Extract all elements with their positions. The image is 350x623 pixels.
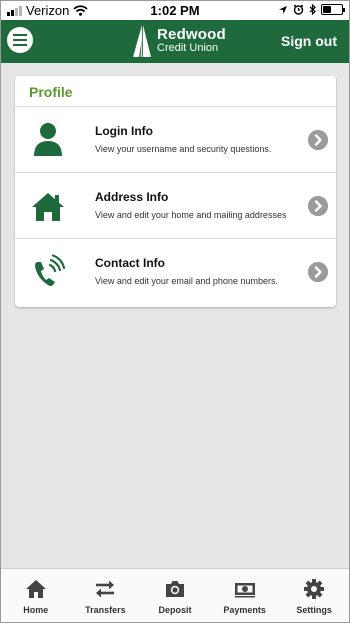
camera-icon <box>165 581 184 597</box>
tab-payments[interactable]: Payments <box>210 569 280 622</box>
cash-icon <box>234 583 255 598</box>
redwood-logo: Redwood Credit Union <box>131 24 226 58</box>
redwood-tree-logo-icon <box>133 25 151 57</box>
sign-out-button[interactable]: Sign out <box>281 33 337 49</box>
row-title: Login Info <box>95 124 153 138</box>
row-title: Address Info <box>95 190 169 204</box>
transfer-arrows-icon <box>96 580 115 598</box>
tab-deposit[interactable]: Deposit <box>140 569 210 622</box>
logo-line2: Credit Union <box>157 42 219 55</box>
status-bar: Verizon 1:02 PM <box>1 1 349 20</box>
chevron-right-icon[interactable] <box>308 196 328 216</box>
alarm-icon <box>293 4 304 15</box>
login-info-row[interactable]: Login Info View your username and securi… <box>15 107 336 173</box>
gear-icon <box>304 579 325 599</box>
tab-label: Payments <box>223 605 266 615</box>
bottom-tab-bar: Home Transfers Deposit Payments Settings <box>1 568 349 622</box>
tab-label: Deposit <box>158 605 192 615</box>
tab-transfers[interactable]: Transfers <box>71 569 141 622</box>
status-right <box>278 4 345 15</box>
home-icon <box>32 193 64 221</box>
row-description: View and edit your email and phone numbe… <box>95 276 278 286</box>
phone-icon <box>35 254 65 286</box>
profile-title: Profile <box>15 76 336 107</box>
logo-line1: Redwood <box>157 26 226 44</box>
address-info-row[interactable]: Address Info View and edit your home and… <box>15 173 336 239</box>
menu-button[interactable] <box>7 27 33 53</box>
row-description: View your username and security question… <box>95 144 272 154</box>
bluetooth-icon <box>309 4 316 15</box>
app-header: Redwood Credit Union Sign out <box>1 20 349 63</box>
tab-label: Home <box>23 605 49 615</box>
chevron-right-icon[interactable] <box>308 130 328 150</box>
tab-label: Transfers <box>85 605 126 615</box>
home-tab-icon <box>25 580 46 598</box>
menu-icon-line <box>13 39 27 41</box>
row-title: Contact Info <box>95 256 165 270</box>
tab-home[interactable]: Home <box>1 569 71 622</box>
user-icon <box>34 123 62 156</box>
logo-text: Redwood Credit Union <box>157 27 226 54</box>
contact-info-row[interactable]: Contact Info View and edit your email an… <box>15 239 336 305</box>
menu-icon-line <box>13 44 27 46</box>
row-description: View and edit your home and mailing addr… <box>95 210 287 220</box>
app-frame: Verizon 1:02 PM Redwood Credit Union Sig… <box>0 0 350 623</box>
menu-icon-line <box>13 34 27 36</box>
tab-settings[interactable]: Settings <box>279 569 349 622</box>
profile-card: Profile Login Info View your username an… <box>15 76 336 307</box>
location-arrow-icon <box>279 5 287 14</box>
tab-label: Settings <box>296 605 332 615</box>
chevron-right-icon[interactable] <box>308 262 328 282</box>
battery-icon <box>321 4 345 15</box>
